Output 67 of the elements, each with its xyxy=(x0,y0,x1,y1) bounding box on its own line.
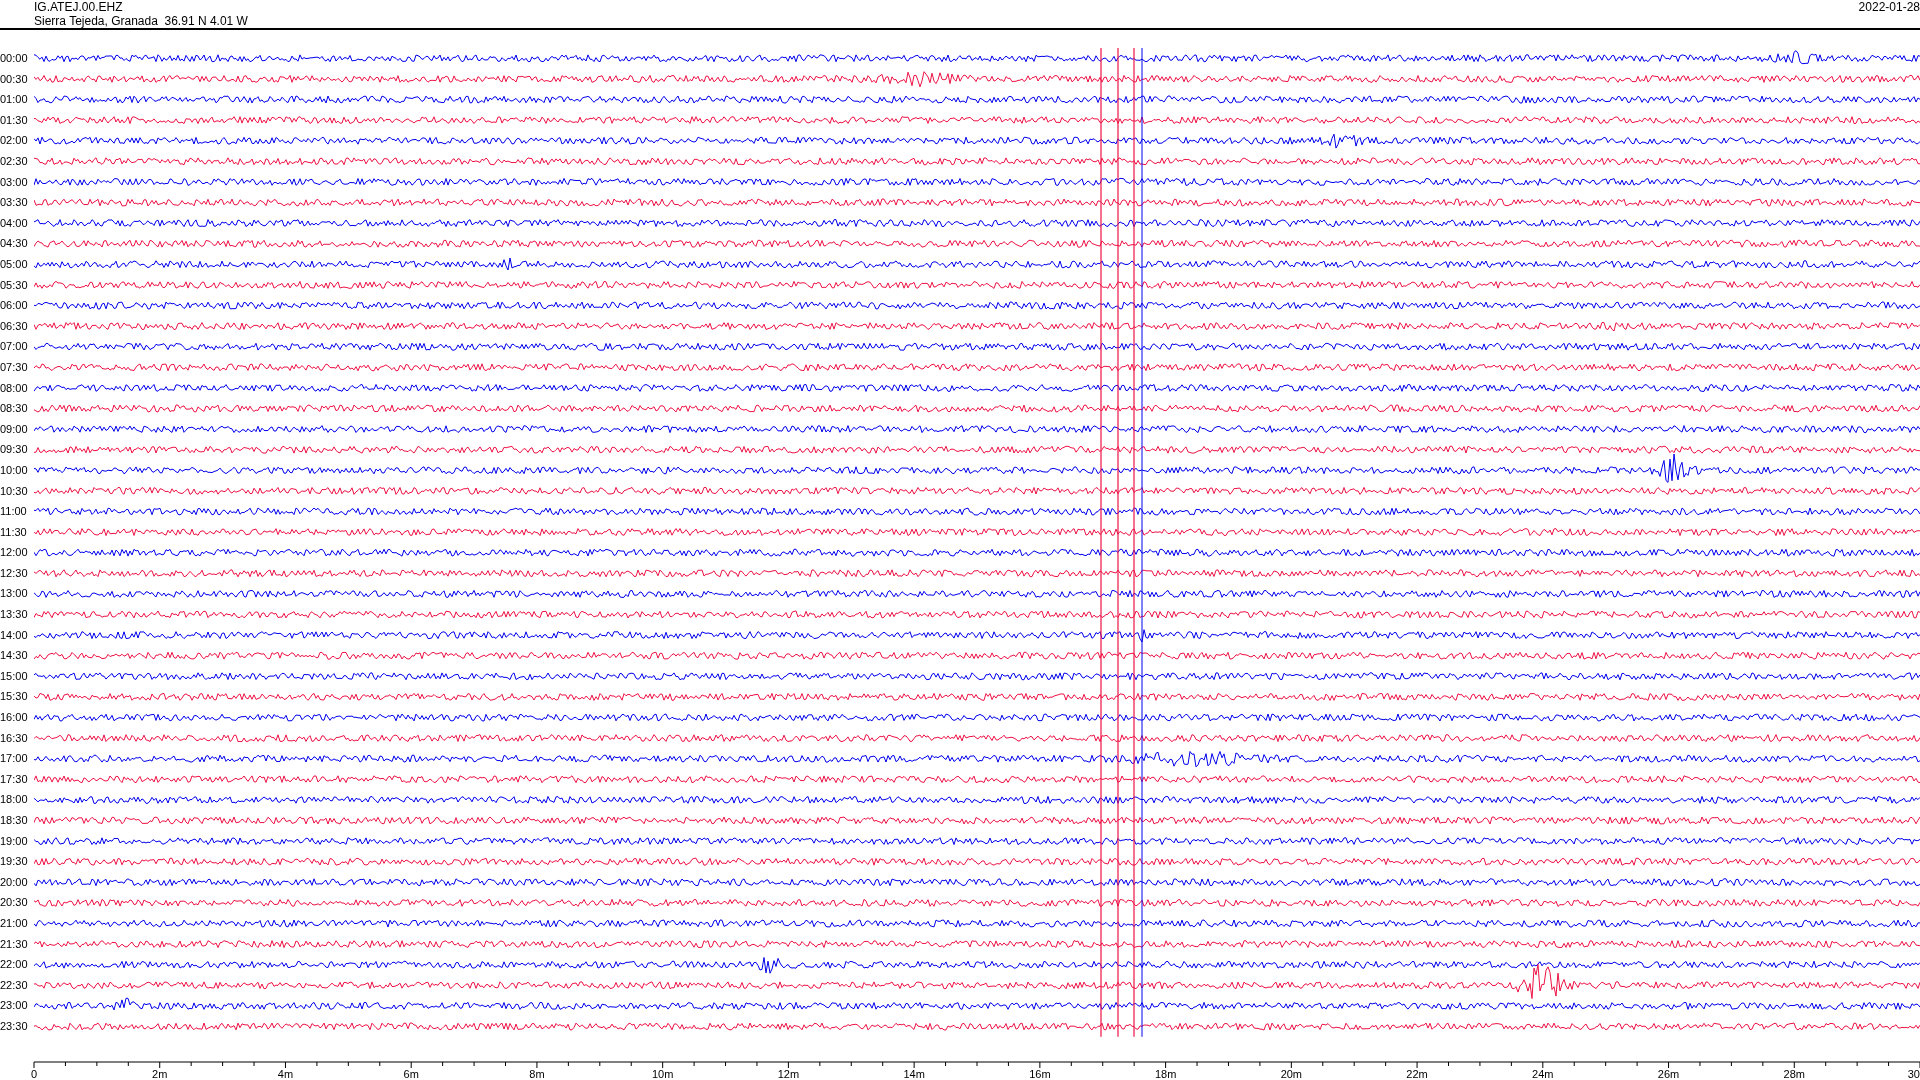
time-label: 17:00 xyxy=(0,751,29,767)
time-label: 18:00 xyxy=(0,792,29,808)
time-label: 23:30 xyxy=(0,1018,29,1034)
time-label: 20:00 xyxy=(0,874,29,890)
time-label: 16:30 xyxy=(0,730,29,746)
time-label: 02:30 xyxy=(0,154,29,169)
time-label: 01:30 xyxy=(0,112,29,128)
tick-label: 28m xyxy=(1783,1067,1805,1080)
tick-label: 14m xyxy=(903,1067,925,1080)
tick-label: 0 xyxy=(30,1067,38,1080)
time-label: 08:00 xyxy=(0,380,29,396)
time-label: 05:00 xyxy=(0,257,29,272)
time-label: 20:30 xyxy=(0,895,29,911)
time-label: 23:00 xyxy=(0,998,29,1014)
time-label: 03:00 xyxy=(0,174,29,190)
time-label: 18:30 xyxy=(0,813,29,828)
station-code: IG.ATEJ.00.EHZ xyxy=(34,0,124,14)
time-label: 10:30 xyxy=(0,483,29,499)
time-label: 13:30 xyxy=(0,607,29,623)
time-label: 09:30 xyxy=(0,442,29,458)
time-label: 15:30 xyxy=(0,689,29,705)
tick-label: 22m xyxy=(1406,1067,1428,1080)
time-label: 10:00 xyxy=(0,462,29,478)
time-label: 04:00 xyxy=(0,215,29,231)
tick-label: 26m xyxy=(1657,1067,1680,1080)
time-label: 12:30 xyxy=(0,565,29,581)
tick-label: 4m xyxy=(277,1067,294,1080)
time-label: 05:30 xyxy=(0,277,29,293)
tick-label: 16m xyxy=(1029,1067,1051,1080)
time-label: 13:00 xyxy=(0,586,29,602)
time-label: 09:00 xyxy=(0,421,29,437)
time-label: 21:00 xyxy=(0,916,29,931)
time-label: 00:30 xyxy=(0,71,29,87)
time-label: 04:30 xyxy=(0,236,29,252)
plot-date: 2022-01-28 xyxy=(1858,0,1920,16)
time-label: 06:30 xyxy=(0,318,29,334)
time-label: 17:30 xyxy=(0,771,29,787)
time-label: 02:00 xyxy=(0,133,29,149)
tick-label: 24m xyxy=(1532,1067,1554,1080)
tick-label: 2m xyxy=(152,1067,168,1080)
tick-label: 6m xyxy=(403,1067,419,1080)
tick-label: 18m xyxy=(1154,1067,1177,1080)
tick-label: 12m xyxy=(777,1067,800,1080)
time-label: 00:00 xyxy=(0,51,29,67)
time-label: 01:00 xyxy=(0,92,29,108)
tick-label: 30 xyxy=(1907,1067,1920,1080)
time-label: 19:00 xyxy=(0,833,29,849)
tick-label: 8m xyxy=(529,1067,545,1080)
time-label: 11:00 xyxy=(0,504,28,520)
time-label: 12:00 xyxy=(0,545,29,561)
time-label: 15:00 xyxy=(0,668,29,684)
station-location: Sierra Tejeda, Granada 36.91 N 4.01 W xyxy=(34,14,248,28)
time-label: 14:30 xyxy=(0,648,29,664)
time-label: 06:00 xyxy=(0,298,29,314)
time-label: 19:30 xyxy=(0,854,29,870)
time-label: 07:00 xyxy=(0,339,29,355)
time-label: 08:30 xyxy=(0,401,29,417)
time-label: 11:30 xyxy=(0,524,28,540)
time-label: 03:30 xyxy=(0,195,29,211)
time-label: 16:00 xyxy=(0,710,29,726)
time-label: 22:00 xyxy=(0,957,29,973)
time-label: 07:30 xyxy=(0,359,29,375)
tick-label: 10m xyxy=(651,1067,674,1080)
tick-label: 20m xyxy=(1280,1067,1303,1080)
time-label: 14:00 xyxy=(0,627,29,643)
time-label: 22:30 xyxy=(0,977,29,993)
time-label: 21:30 xyxy=(0,936,29,952)
